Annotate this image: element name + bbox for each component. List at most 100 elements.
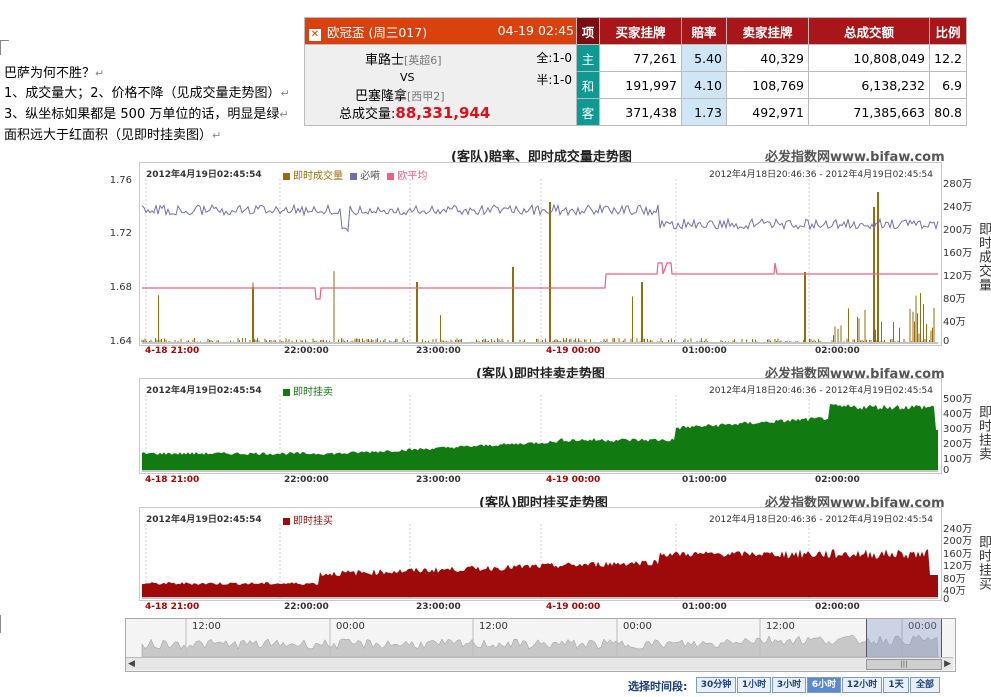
ytick: 120万 xyxy=(943,271,973,282)
away-buy: 371,438 xyxy=(599,98,682,126)
col-header-odds: 賠率 xyxy=(681,17,727,45)
xtick: 22:00:00 xyxy=(284,346,329,356)
euro-average-line xyxy=(142,262,938,300)
full-score: 全:1-0 xyxy=(536,51,572,65)
away-odds: 1.73 xyxy=(681,98,727,126)
ytick: 100万 xyxy=(943,454,973,465)
row-type-draw: 和 xyxy=(576,71,600,99)
row-type-away: 客 xyxy=(576,98,600,126)
col-header-sell: 卖家挂牌 xyxy=(726,17,809,45)
doc-corner-mark-bottom xyxy=(0,615,9,633)
range-all-button[interactable]: 全部 xyxy=(910,677,940,693)
close-icon[interactable]: ✕ xyxy=(309,28,321,41)
chart2-ylabel: 即时挂卖 xyxy=(976,405,991,461)
home-odds: 5.40 xyxy=(681,44,727,72)
draw-odds: 4.10 xyxy=(681,71,727,99)
away-ratio: 80.8 xyxy=(929,98,967,126)
scrollbar-thumb[interactable]: ||| xyxy=(866,659,942,670)
sell-area xyxy=(142,404,938,470)
xtick: 02:00:00 xyxy=(815,475,860,485)
chart2-legend: 即时挂卖 xyxy=(283,383,333,398)
range-selector-label: 选择时间段: xyxy=(628,680,688,693)
ytick: 240万 xyxy=(943,202,973,213)
range-12h-button[interactable]: 12小时 xyxy=(842,677,882,693)
ytick: 80万 xyxy=(943,294,966,305)
ytick: 160万 xyxy=(943,248,973,259)
chart1-plot xyxy=(141,179,939,344)
navigator-tick: 12:00 xyxy=(766,621,795,632)
chart3-ylabel: 即时挂买 xyxy=(976,535,991,591)
chart2-panel: 2012年4月19日02:45:54 即时挂卖 2012年4月18日20:46:… xyxy=(139,378,942,474)
match-info: 車路士[英超6] 全:1-0 VS 半:1-0 巴塞隆拿[西甲2] 总成交量:8… xyxy=(304,44,577,126)
competition-name: 欧冠盃 (周三017) xyxy=(326,24,428,40)
draw-sell: 108,769 xyxy=(726,71,809,99)
ytick: 40万 xyxy=(943,317,966,328)
navigator-tick: 12:00 xyxy=(479,621,508,632)
range-3h-button[interactable]: 3小时 xyxy=(772,677,806,693)
xtick: 01:00:00 xyxy=(682,346,727,356)
home-total: 10,808,049 xyxy=(808,44,930,72)
xtick: 01:00:00 xyxy=(682,602,727,612)
ytick: 400万 xyxy=(943,409,973,420)
col-header-ratio: 比例 xyxy=(929,17,967,45)
navigator-scrollbar[interactable]: ◀ ||| ▶ xyxy=(126,657,953,670)
ytick: 1.76 xyxy=(109,175,132,186)
row-type-home: 主 xyxy=(576,44,600,72)
xtick: 22:00:00 xyxy=(284,475,329,485)
xtick: 4-18 21:00 xyxy=(145,475,200,485)
away-total: 71,385,663 xyxy=(808,98,930,126)
away-team: 巴塞隆拿[西甲2] xyxy=(355,89,445,104)
xtick: 4-18 21:00 xyxy=(145,602,200,612)
note-line-4: 面积远大于红面积（见即时挂卖图）↵ xyxy=(4,128,222,143)
range-1h-button[interactable]: 1小时 xyxy=(737,677,771,693)
ytick: 0 xyxy=(943,594,950,605)
chart3-panel: 2012年4月19日02:45:54 即时挂买 2012年4月18日20:46:… xyxy=(139,507,942,601)
xtick: 23:00:00 xyxy=(416,346,461,356)
ytick: 1.68 xyxy=(109,282,132,293)
ytick: 1.64 xyxy=(109,336,132,347)
scroll-left-icon[interactable]: ◀ xyxy=(128,659,135,669)
scroll-right-icon[interactable]: ▶ xyxy=(944,659,951,669)
chart3-legend: 即时挂买 xyxy=(283,512,333,527)
xtick: 01:00:00 xyxy=(682,475,727,485)
ytick: 200万 xyxy=(943,439,973,450)
chart3-range: 2012年4月18日20:46:36 - 2012年4月19日02:45:54 xyxy=(709,515,933,525)
xtick: 02:00:00 xyxy=(815,602,860,612)
ytick: 200万 xyxy=(943,225,973,236)
home-buy: 77,261 xyxy=(599,44,682,72)
home-sell: 40,329 xyxy=(726,44,809,72)
chart1-panel: 2012年4月19日02:45:54 即时成交量 必嗬 欧平均 2012年4月1… xyxy=(139,162,942,346)
ytick: 1.72 xyxy=(109,228,132,239)
range-30min-button[interactable]: 30分钟 xyxy=(696,677,736,693)
navigator-tick: 12:00 xyxy=(192,621,221,632)
match-odds-table: ✕ 欧冠盃 (周三017) 04-19 02:45 项 买家挂牌 賠率 卖家挂牌… xyxy=(304,17,967,126)
navigator-selection[interactable] xyxy=(866,619,942,657)
ytick: 280万 xyxy=(943,179,973,190)
ytick: 500万 xyxy=(943,394,973,405)
home-team: 車路士[英超6] xyxy=(365,53,442,68)
xtick: 23:00:00 xyxy=(416,602,461,612)
xtick: 02:00:00 xyxy=(815,346,860,356)
xtick: 4-18 21:00 xyxy=(145,346,200,356)
bifa-line xyxy=(141,203,939,233)
time-navigator[interactable]: 12:00 00:00 12:00 00:00 12:00 00:00 ◀ ||… xyxy=(125,618,956,672)
note-line-3: 3、纵坐标如果都是 500 万单位的话，明显是绿↵ xyxy=(4,107,289,122)
chart2-range: 2012年4月18日20:46:36 - 2012年4月19日02:45:54 xyxy=(709,386,933,396)
range-1d-button[interactable]: 1天 xyxy=(883,677,909,693)
col-header-buy: 买家挂牌 xyxy=(599,17,682,45)
chart1-date: 2012年4月19日02:45:54 xyxy=(146,170,262,180)
navigator-area xyxy=(141,634,939,658)
note-line-1: 巴萨为何不胜？↵ xyxy=(4,66,105,81)
range-6h-button[interactable]: 6小时 xyxy=(807,677,841,693)
navigator-tick: 00:00 xyxy=(623,621,652,632)
doc-corner-mark xyxy=(0,40,9,55)
draw-total: 6,138,232 xyxy=(808,71,930,99)
xtick: 4-19 00:00 xyxy=(546,475,601,485)
ytick: 0 xyxy=(943,336,950,347)
vs-label: VS xyxy=(400,71,415,84)
ytick: 0 xyxy=(943,465,950,476)
xtick: 23:00:00 xyxy=(416,475,461,485)
chart3-date: 2012年4月19日02:45:54 xyxy=(146,515,262,525)
chart1-ylabel: 即时成交量 xyxy=(976,222,991,292)
col-header-total: 总成交额 xyxy=(808,17,930,45)
